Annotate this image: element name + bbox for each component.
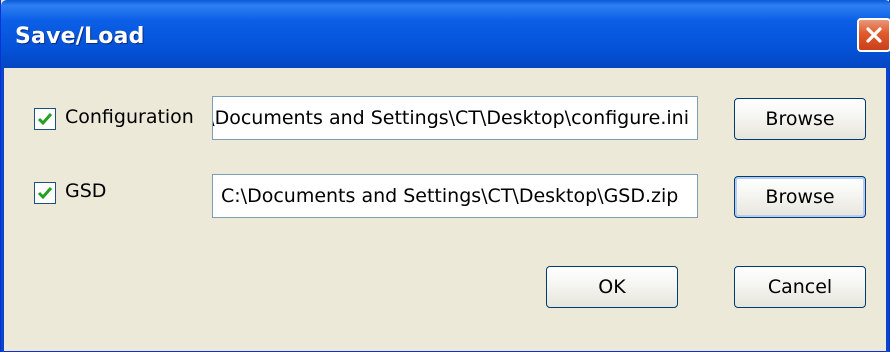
checkmark-icon (37, 113, 53, 126)
gsd-path-text: C:\Documents and Settings\CT\Desktop\GSD… (221, 185, 679, 207)
configuration-checkbox[interactable] (34, 108, 56, 130)
configuration-label: Configuration (65, 106, 194, 128)
checkmark-icon (37, 187, 53, 200)
gsd-checkbox[interactable] (34, 182, 56, 204)
gsd-browse-button[interactable]: Browse (734, 176, 866, 218)
ok-button[interactable]: OK (546, 266, 678, 308)
close-icon (866, 27, 882, 43)
configuration-path-text: C:\Documents and Settings\CT\Desktop\con… (212, 107, 689, 129)
title-bar[interactable]: Save/Load (1, 0, 890, 68)
dialog-title: Save/Load (15, 24, 145, 49)
save-load-dialog: Save/Load Configuration C:\Documents and… (0, 0, 890, 352)
configuration-path-input[interactable]: C:\Documents and Settings\CT\Desktop\con… (212, 96, 698, 140)
gsd-path-input[interactable]: C:\Documents and Settings\CT\Desktop\GSD… (212, 174, 698, 218)
cancel-button[interactable]: Cancel (734, 266, 866, 308)
gsd-label: GSD (65, 180, 107, 202)
configuration-browse-button[interactable]: Browse (734, 98, 866, 140)
dialog-body: Configuration C:\Documents and Settings\… (1, 68, 889, 352)
close-button[interactable] (857, 18, 890, 52)
